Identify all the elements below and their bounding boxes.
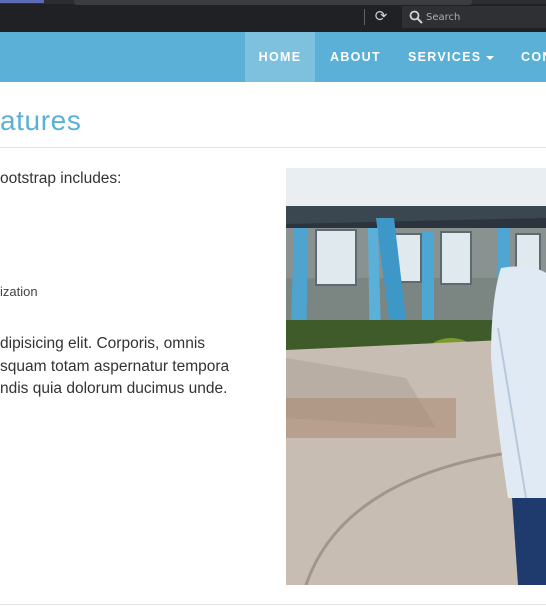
nav-services-label: SERVICES (408, 50, 482, 64)
site-navbar: HOME ABOUT SERVICES CON (0, 32, 546, 82)
paragraph-line: squam totam aspernatur tempora (0, 357, 230, 375)
page-title: atures (0, 105, 82, 136)
bottom-divider (0, 604, 546, 605)
browser-tab[interactable] (74, 0, 472, 5)
intro-text: ootstrap includes: (0, 170, 122, 187)
nav-services[interactable]: SERVICES (408, 32, 495, 82)
nav-about[interactable]: ABOUT (330, 32, 381, 82)
nav-home[interactable]: HOME (245, 32, 315, 82)
nav-contact[interactable]: CON (521, 32, 546, 82)
paragraph-line: dipisicing elit. Corporis, omnis (0, 335, 206, 352)
feature-photo (286, 168, 546, 585)
search-input[interactable] (426, 8, 544, 26)
browser-search-box[interactable] (402, 6, 546, 28)
toolbar-separator (364, 9, 365, 25)
body-paragraph: dipisicing elit. Corporis, omnis squam t… (0, 333, 260, 401)
active-tab-indicator[interactable] (0, 0, 44, 3)
list-item: ization (0, 284, 38, 299)
reload-icon[interactable]: ⟳ (372, 7, 390, 27)
browser-toolbar: ⟳ (0, 0, 546, 32)
paragraph-line: ndis quia dolorum ducimus unde. (0, 380, 228, 397)
search-icon (409, 10, 423, 24)
title-divider (0, 147, 546, 148)
dropdown-caret-icon (486, 55, 495, 60)
